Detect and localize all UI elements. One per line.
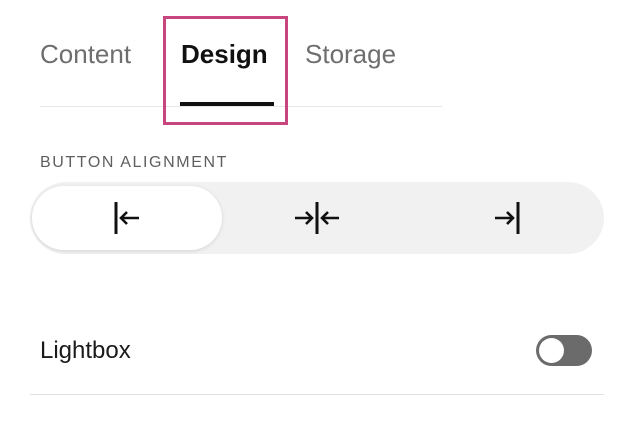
button-alignment-label: BUTTON ALIGNMENT xyxy=(40,154,228,171)
align-center-button[interactable] xyxy=(222,186,412,250)
tab-design[interactable]: Design xyxy=(181,38,268,70)
toggle-knob xyxy=(539,338,564,363)
align-center-icon xyxy=(293,201,341,235)
tab-storage[interactable]: Storage xyxy=(305,38,396,70)
align-left-button[interactable] xyxy=(32,186,222,250)
tab-bar-divider xyxy=(40,106,442,107)
align-right-button[interactable] xyxy=(412,186,602,250)
tab-content[interactable]: Content xyxy=(40,38,131,70)
lightbox-divider xyxy=(30,394,604,395)
tab-bar: Content Design Storage xyxy=(40,0,442,108)
align-left-icon xyxy=(112,201,142,235)
align-right-icon xyxy=(492,201,522,235)
button-alignment-control xyxy=(30,182,604,254)
lightbox-label: Lightbox xyxy=(40,337,131,364)
lightbox-toggle[interactable] xyxy=(536,335,592,366)
